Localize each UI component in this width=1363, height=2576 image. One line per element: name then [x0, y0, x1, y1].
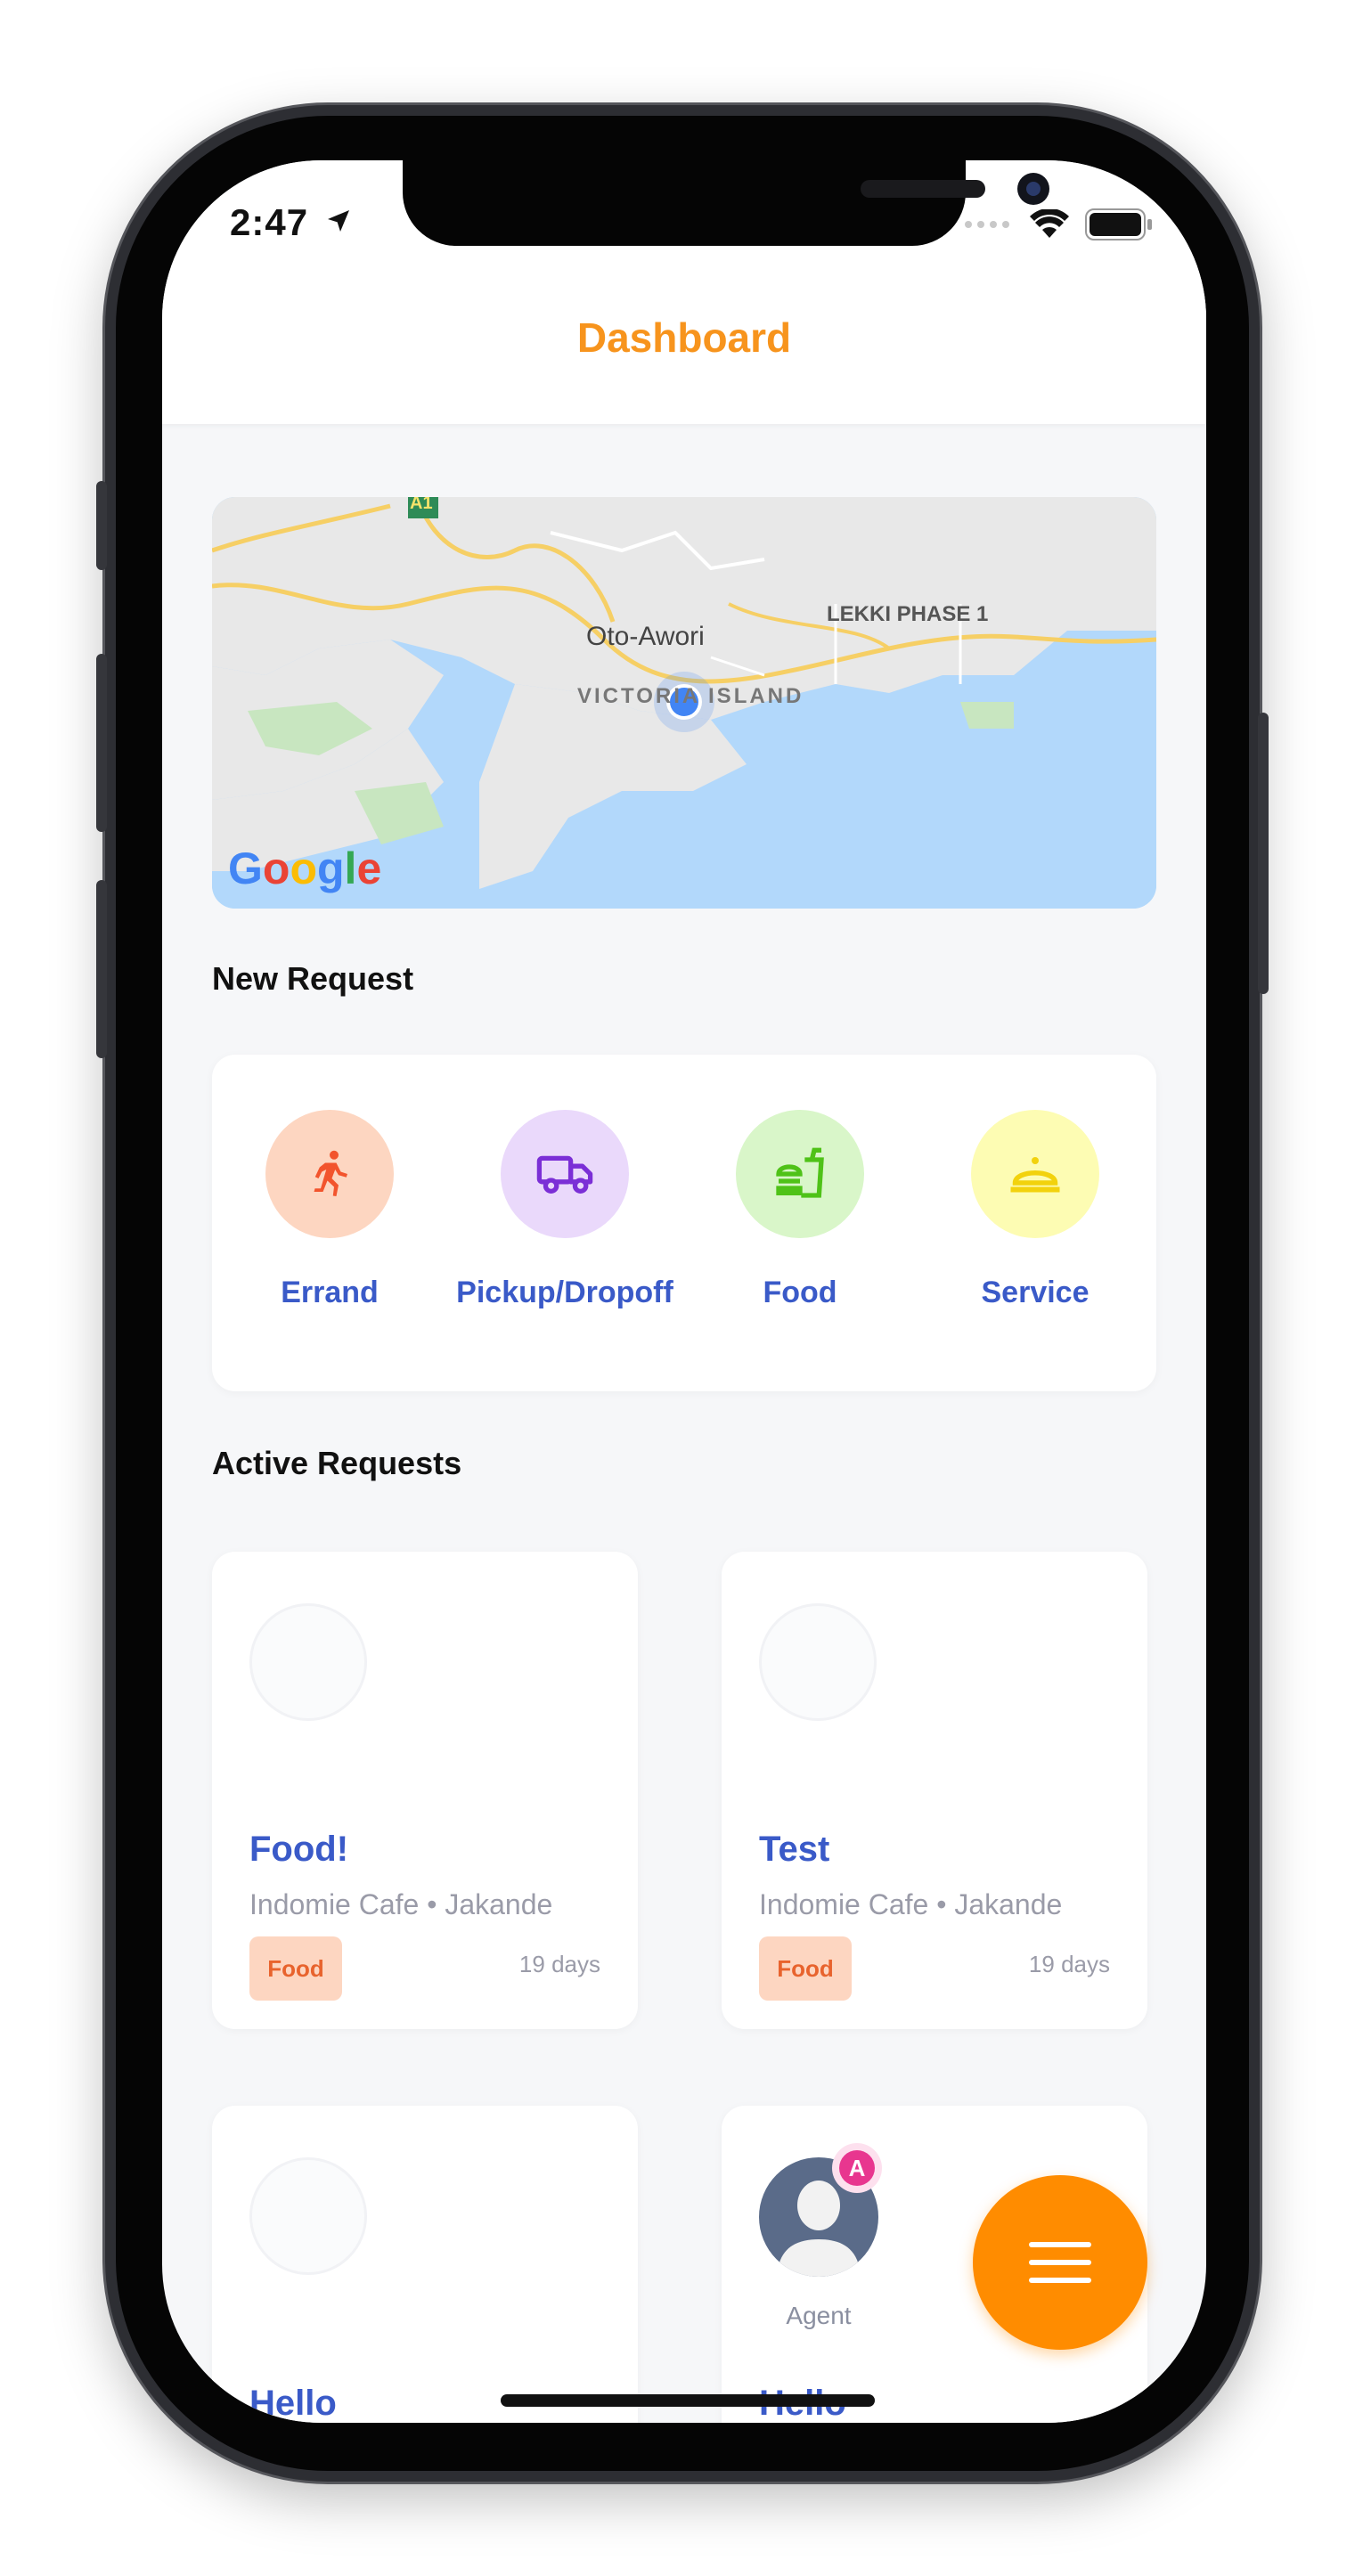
agent-initial-badge: A [839, 2150, 875, 2186]
agent-label: Agent [786, 2302, 852, 2329]
page-title: Dashboard [576, 314, 792, 361]
category-badge: Food [249, 1936, 342, 2001]
food-icon-circle [736, 1110, 864, 1238]
cellular-signal-icon [965, 221, 1009, 228]
errand-label: Errand [281, 1276, 379, 1309]
category-badge: Food [759, 1936, 852, 2001]
new-request-heading: New Request [212, 960, 414, 997]
request-pickup-dropoff[interactable]: Pickup/Dropoff [447, 1110, 682, 1310]
pickup-icon-circle [501, 1110, 629, 1238]
service-label: Service [981, 1276, 1090, 1309]
card-subtitle: Indomie Cafe • Jakande [249, 1888, 553, 1920]
active-request-card[interactable]: Test Indomie Cafe • Jakande Food 19 days [722, 1552, 1147, 2029]
map-area-label-victoria-island: VICTORIA ISLAND [577, 684, 804, 708]
battery-icon [1085, 208, 1152, 240]
request-image-placeholder [249, 2157, 367, 2275]
errand-icon-circle [265, 1110, 394, 1238]
cloche-icon [1010, 1157, 1060, 1193]
map-road-label: A1 [410, 497, 433, 513]
request-food[interactable]: Food [682, 1110, 918, 1310]
app-screen: 2:47 Dashboard A1 Oto-Awori LEKKI PHASE … [162, 160, 1206, 2423]
google-logo: Google [228, 844, 382, 893]
card-time: 19 days [1028, 1951, 1110, 1977]
wifi-icon [1030, 209, 1069, 238]
request-image-placeholder [249, 1603, 367, 1721]
burger-drink-icon [776, 1147, 824, 1198]
food-label: Food [763, 1276, 837, 1309]
map-area-label-oto-awori: Oto-Awori [586, 622, 705, 651]
status-icons [964, 208, 1153, 240]
menu-fab-button[interactable] [973, 2175, 1147, 2350]
active-request-card[interactable]: Food! Indomie Cafe • Jakande Food 19 day… [212, 1552, 638, 2029]
pickup-dropoff-label: Pickup/Dropoff [456, 1276, 673, 1309]
home-indicator[interactable] [501, 2394, 875, 2407]
map-area-label-lekki: LEKKI PHASE 1 [827, 602, 989, 626]
power-button [1258, 713, 1269, 994]
request-errand[interactable]: Errand [212, 1110, 447, 1310]
request-service[interactable]: Service [918, 1110, 1153, 1310]
active-requests-heading: Active Requests [212, 1445, 462, 1481]
hamburger-menu-icon [1029, 2242, 1091, 2247]
mute-switch [96, 481, 107, 570]
running-person-icon [314, 1150, 347, 1196]
card-subtitle: Indomie Cafe • Jakande [759, 1888, 1063, 1920]
card-title: Hello [249, 2384, 337, 2423]
card-time: 19 days [518, 1951, 600, 1977]
service-icon-circle [971, 1110, 1099, 1238]
new-request-card: Errand Pickup/Dropoff Food Service [212, 1055, 1156, 1391]
truck-icon [536, 1155, 593, 1194]
speaker-grille [861, 180, 985, 198]
card-title: Food! [249, 1830, 349, 1869]
volume-up-button [96, 654, 107, 832]
card-title: Test [759, 1830, 830, 1869]
status-time: 2:47 [230, 201, 309, 243]
volume-down-button [96, 880, 107, 1058]
phone-notch [403, 160, 1049, 246]
location-arrow-icon [328, 210, 349, 232]
request-image-placeholder [759, 1603, 877, 1721]
location-map[interactable]: A1 Oto-Awori LEKKI PHASE 1 VICTORIA ISLA… [212, 497, 1156, 909]
active-request-card[interactable]: Hello [212, 2106, 638, 2423]
front-camera [1017, 173, 1049, 205]
